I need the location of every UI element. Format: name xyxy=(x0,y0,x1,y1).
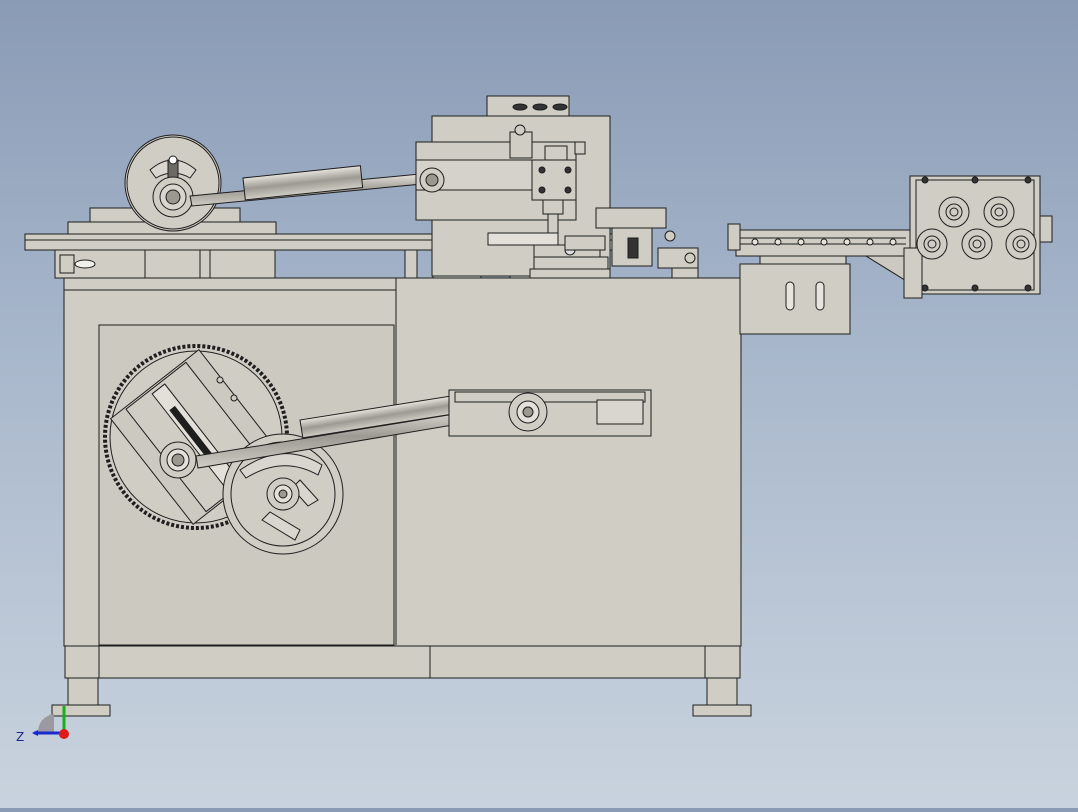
base-frame xyxy=(51,644,752,717)
axis-triad: Z xyxy=(10,700,80,760)
triad-quadrant xyxy=(37,714,54,732)
z-axis-label: Z xyxy=(16,730,25,744)
upper-connecting-rod xyxy=(189,165,423,207)
cad-viewport[interactable]: Z xyxy=(0,0,1078,808)
straightener-box xyxy=(903,175,1053,299)
machine-model[interactable] xyxy=(0,0,1078,808)
feed-conveyor xyxy=(727,223,912,335)
x-axis-dot xyxy=(59,729,69,739)
